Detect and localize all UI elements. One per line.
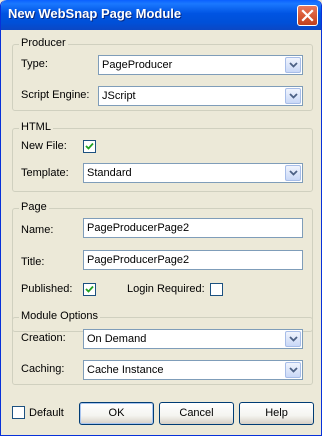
caching-dropdown-button[interactable] [285,362,301,378]
html-legend: HTML [19,121,53,133]
script-engine-value: JScript [102,90,136,102]
chevron-down-icon [289,367,298,373]
login-required-checkbox[interactable] [210,283,223,296]
name-input[interactable] [84,219,302,237]
help-button[interactable]: Help [239,402,314,425]
checkmark-icon [85,142,94,150]
new-file-label: New File: [21,140,67,152]
producer-legend: Producer [19,37,68,49]
creation-select[interactable]: On Demand [83,329,303,349]
template-dropdown-button[interactable] [285,165,301,181]
producer-group: Producer Type: PageProducer Script Engin… [12,37,313,111]
creation-value: On Demand [87,333,147,345]
creation-label: Creation: [21,332,66,344]
module-options-group: Module Options Creation: On Demand Cachi… [12,310,313,385]
new-file-checkbox[interactable] [83,140,96,153]
name-field[interactable] [83,218,303,238]
default-label: Default [29,407,64,419]
title-label: Title: [21,256,45,268]
script-engine-label: Script Engine: [21,89,90,101]
title-input[interactable] [84,251,302,269]
script-engine-dropdown-button[interactable] [285,88,301,104]
login-required-label: Login Required: [127,283,205,295]
template-value: Standard [87,167,132,179]
dialog-body: Producer Type: PageProducer Script Engin… [4,30,318,432]
script-engine-select[interactable]: JScript [98,86,303,106]
dialog-window: New WebSnap Page Module Producer Type: P… [0,0,322,436]
published-label: Published: [21,283,73,295]
chevron-down-icon [289,170,298,176]
checkmark-icon [85,285,94,293]
ok-button[interactable]: OK [79,402,154,425]
caching-select[interactable]: Cache Instance [83,360,303,380]
module-options-legend: Module Options [19,310,101,322]
type-select-value: PageProducer [102,59,173,71]
default-checkbox[interactable] [12,406,25,419]
creation-dropdown-button[interactable] [285,331,301,347]
caching-value: Cache Instance [87,364,164,376]
caching-label: Caching: [21,363,65,375]
chevron-down-icon [289,336,298,342]
html-group: HTML New File: Template: Standard [12,121,313,192]
title-field[interactable] [83,250,303,270]
window-title: New WebSnap Page Module [8,6,182,21]
template-label: Template: [21,167,69,179]
type-label: Type: [21,58,48,70]
close-icon [301,9,314,22]
published-checkbox[interactable] [83,283,96,296]
template-select[interactable]: Standard [83,163,303,183]
type-select[interactable]: PageProducer [98,55,303,75]
chevron-down-icon [289,62,298,68]
page-legend: Page [19,201,49,213]
title-bar[interactable]: New WebSnap Page Module [1,0,321,30]
chevron-down-icon [289,93,298,99]
close-button[interactable] [297,5,318,26]
name-label: Name: [21,224,54,236]
type-dropdown-button[interactable] [285,57,301,73]
cancel-button[interactable]: Cancel [159,402,234,425]
